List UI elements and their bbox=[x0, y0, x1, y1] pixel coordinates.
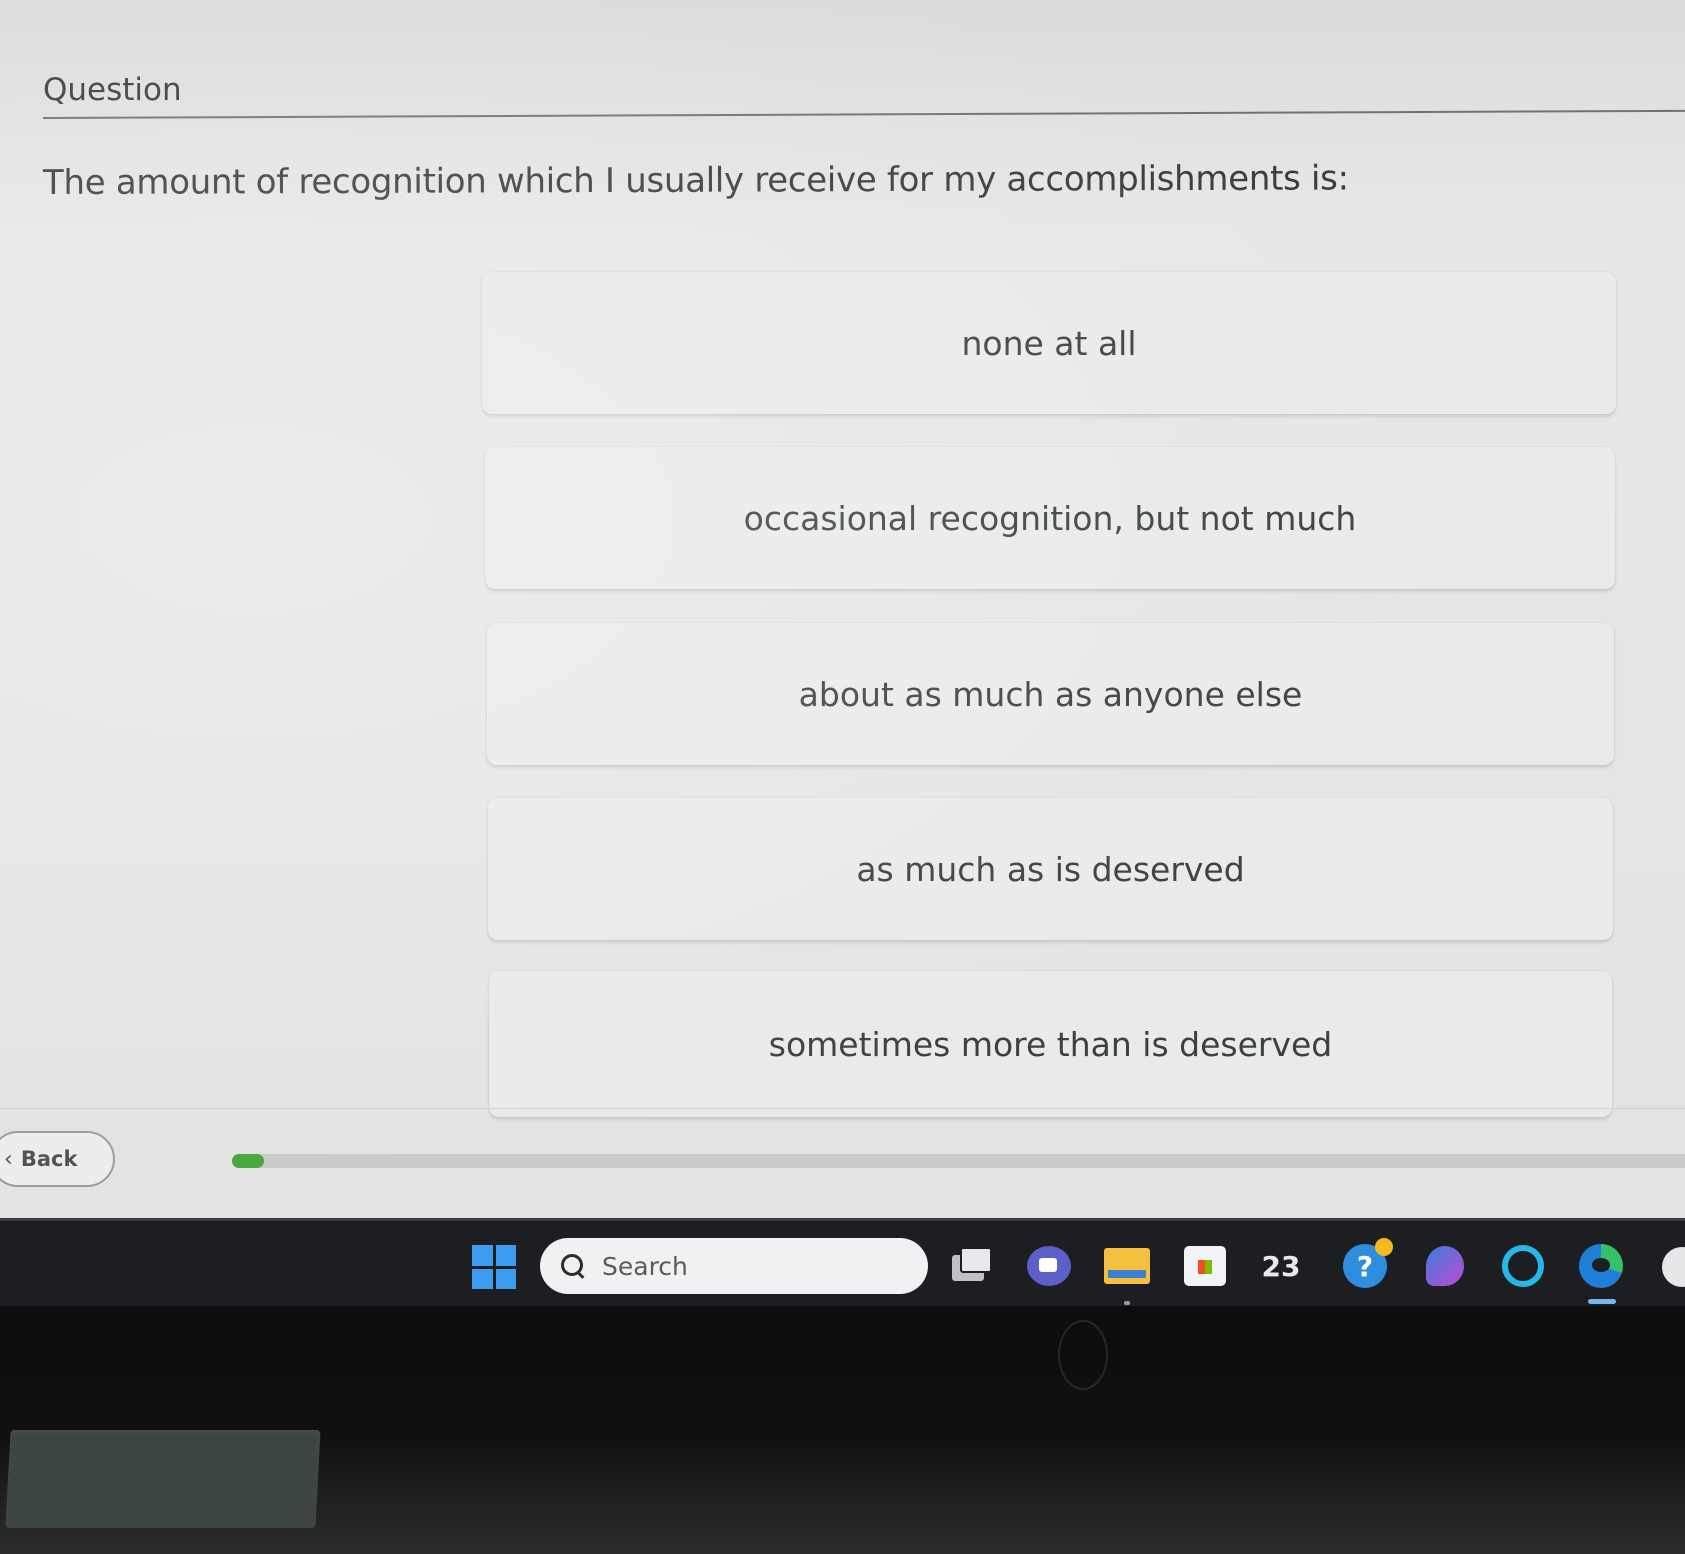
meet-icon[interactable] bbox=[1026, 1243, 1072, 1289]
edge-icon[interactable] bbox=[1578, 1243, 1624, 1289]
answer-options: none at all occasional recognition, but … bbox=[0, 0, 1685, 1302]
store-icon[interactable] bbox=[1182, 1243, 1228, 1289]
active-app-indicator bbox=[1588, 1299, 1616, 1304]
progress-bar bbox=[232, 1154, 1685, 1168]
chevron-left-icon: ‹ bbox=[4, 1146, 13, 1172]
taskbar-search-label: Search bbox=[602, 1251, 688, 1281]
answer-option-about-as-much[interactable]: about as much as anyone else bbox=[487, 623, 1614, 765]
hp-logo-icon bbox=[1058, 1320, 1108, 1390]
keyboard-deck bbox=[5, 1430, 321, 1528]
overflow-app-icon[interactable] bbox=[1662, 1247, 1685, 1287]
task-view-icon[interactable] bbox=[948, 1243, 994, 1289]
search-icon bbox=[560, 1253, 586, 1279]
back-button-label: Back bbox=[20, 1147, 78, 1171]
help-icon[interactable]: ? bbox=[1342, 1238, 1393, 1289]
answer-option-label: none at all bbox=[961, 323, 1137, 363]
answer-option-as-deserved[interactable]: as much as is deserved bbox=[488, 798, 1613, 940]
running-indicator bbox=[1124, 1301, 1130, 1305]
file-explorer-icon[interactable] bbox=[1104, 1243, 1150, 1289]
windows-start-icon[interactable] bbox=[472, 1245, 516, 1289]
taskbar-search-box[interactable]: Search bbox=[540, 1238, 928, 1294]
answer-option-label: about as much as anyone else bbox=[798, 674, 1303, 714]
back-button[interactable]: ‹ Back bbox=[0, 1131, 115, 1187]
cortana-icon[interactable] bbox=[1500, 1243, 1546, 1289]
progress-bar-fill bbox=[232, 1154, 264, 1168]
calendar-icon[interactable]: 23 bbox=[1258, 1243, 1304, 1289]
pen-app-icon[interactable] bbox=[1422, 1243, 1468, 1289]
windows-taskbar: Search 23 ? bbox=[0, 1218, 1685, 1306]
calendar-badge: 23 bbox=[1261, 1249, 1301, 1283]
answer-option-label: as much as is deserved bbox=[856, 849, 1245, 889]
footer-divider bbox=[0, 1108, 1685, 1109]
browser-viewport: Question The amount of recognition which… bbox=[0, 0, 1685, 1302]
answer-option-occasional[interactable]: occasional recognition, but not much bbox=[485, 447, 1615, 589]
answer-option-more-than-deserved[interactable]: sometimes more than is deserved bbox=[489, 971, 1612, 1117]
answer-option-none-at-all[interactable]: none at all bbox=[482, 272, 1616, 414]
help-glyph: ? bbox=[1343, 1238, 1393, 1288]
answer-option-label: occasional recognition, but not much bbox=[743, 498, 1357, 538]
answer-option-label: sometimes more than is deserved bbox=[768, 1024, 1333, 1064]
